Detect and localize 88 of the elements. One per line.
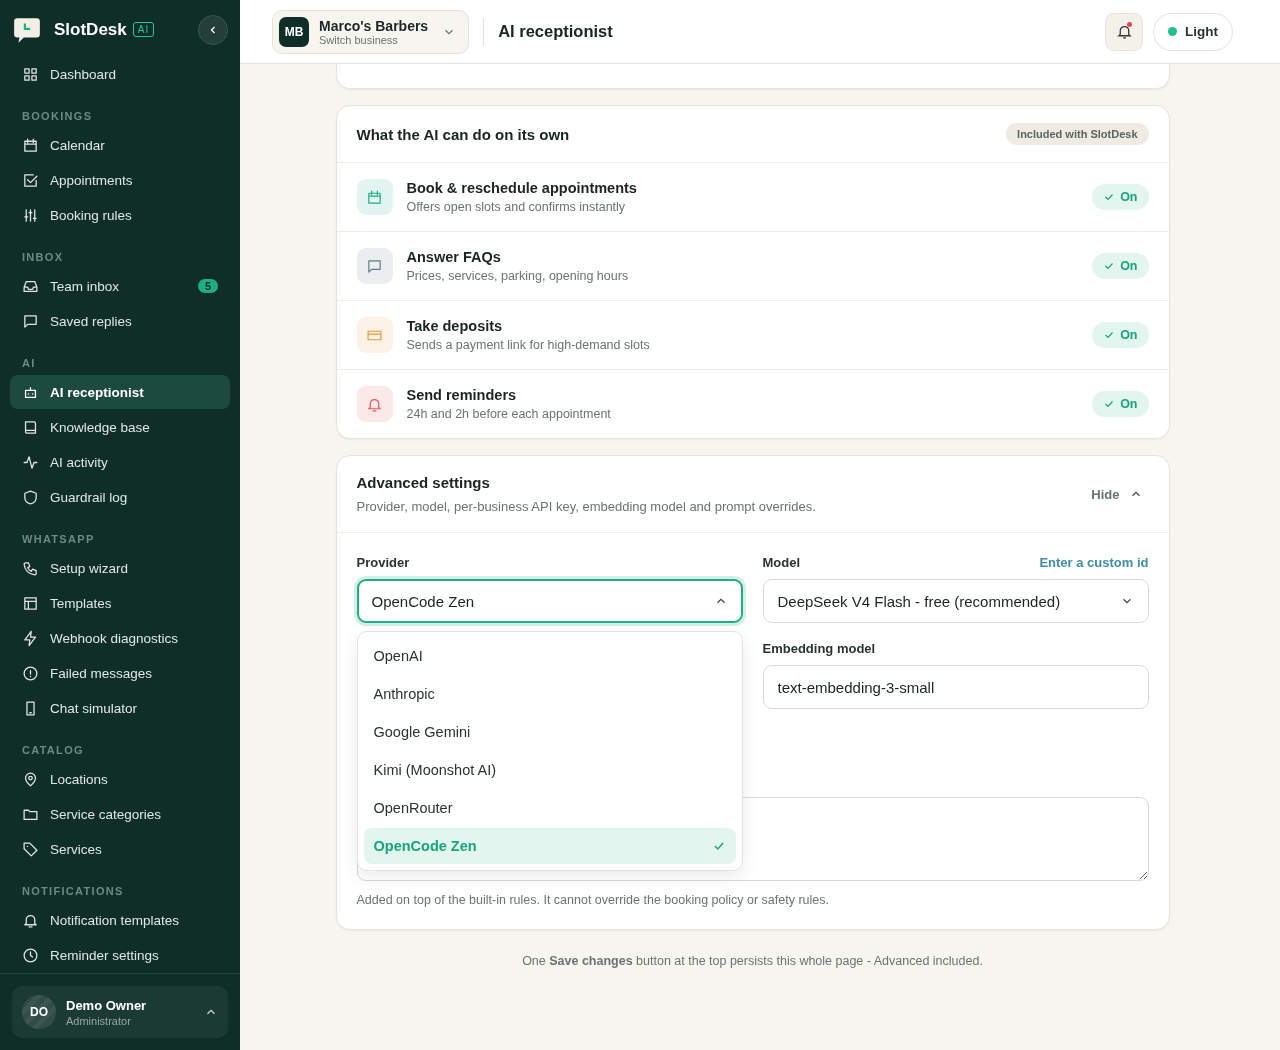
capability-description: 24h and 2h before each appointment	[406, 407, 612, 421]
section-heading: INBOX	[21, 250, 65, 265]
sidebar-item[interactable]: Appointments	[10, 163, 230, 197]
field-label: Provider	[356, 555, 410, 570]
dropdown-option[interactable]: Google Gemini	[363, 714, 736, 750]
business-name: Marco's Barbers	[319, 17, 429, 34]
sidebar-item[interactable]: Dashboard	[10, 57, 230, 91]
sidebar-item[interactable]: Team inbox 5	[10, 269, 230, 303]
sidebar-item[interactable]: Saved replies	[10, 304, 230, 338]
field-hint: Added on top of the built-in rules. It cannot override the booking policy or safety rules.	[356, 893, 830, 907]
user-name: Demo Owner	[66, 997, 148, 1013]
capability-description: Prices, services, parking, opening hours	[406, 269, 630, 283]
checkbox-icon	[22, 171, 39, 189]
unread-count: 5	[197, 279, 218, 293]
sidebar-item[interactable]: Guardrail log	[10, 480, 230, 514]
business-avatar: MB	[279, 16, 309, 47]
embedding-model-input[interactable]: text-embedding-3-small	[762, 665, 1149, 709]
capability-title: Answer FAQs	[406, 249, 502, 265]
brand-name: SlotDesk	[54, 19, 127, 40]
sidebar-item[interactable]: Calendar	[10, 128, 230, 162]
user-role: Administrator	[66, 1014, 132, 1027]
lightning-icon	[22, 629, 39, 647]
grid-icon	[22, 65, 39, 83]
dropdown-option[interactable]: OpenRouter	[363, 790, 736, 826]
business-subtitle: Switch business	[319, 33, 399, 46]
pulse-icon	[22, 453, 39, 471]
capability-description: Sends a payment link for high-demand slots	[406, 338, 651, 352]
sidebar-item[interactable]: Notification templates	[10, 903, 230, 937]
ai-badge: AI	[132, 22, 155, 37]
sidebar-item[interactable]: Locations	[10, 762, 230, 796]
clock-icon	[22, 946, 39, 964]
map-pin-icon	[22, 770, 39, 788]
sidebar-item[interactable]: Setup wizard	[10, 551, 230, 585]
sidebar-item[interactable]: AI activity	[10, 445, 230, 479]
capability-title: Send reminders	[406, 387, 518, 403]
check-icon	[1103, 329, 1116, 341]
section-heading: WHATSAPP	[21, 532, 96, 547]
tag-icon	[22, 840, 39, 858]
sidebar-item[interactable]: Services	[10, 832, 230, 866]
custom-id-link[interactable]: Enter a custom id	[1039, 555, 1149, 570]
sidebar-item[interactable]: Chat simulator	[10, 691, 230, 725]
capability-title: Book & reschedule appointments	[406, 180, 638, 196]
section-heading: BOOKINGS	[21, 109, 94, 124]
section-heading: AI	[21, 356, 37, 371]
calendar-icon	[22, 136, 39, 154]
sidebar-item[interactable]: Reminder settings	[10, 938, 230, 972]
check-icon	[1103, 260, 1116, 272]
card-description: Provider, model, per-business API key, embedding model and prompt overrides.	[356, 499, 817, 514]
book-icon	[22, 418, 39, 436]
footer-note: One Save changes button at the top persists this whole page - Advanced included.	[521, 954, 984, 968]
sidebar-item[interactable]: Knowledge base	[10, 410, 230, 444]
notifications-button[interactable]	[1105, 12, 1143, 51]
page-title: AI receptionist	[498, 22, 613, 41]
sidebar-item[interactable]: Failed messages	[10, 656, 230, 690]
model-select[interactable]: DeepSeek V4 Flash - free (recommended)	[762, 579, 1149, 623]
check-icon	[1103, 191, 1116, 203]
user-menu-button[interactable]: DO Demo Owner Administrator	[12, 986, 228, 1038]
theme-toggle[interactable]: Light	[1153, 12, 1233, 51]
capability-description: Offers open slots and confirms instantly	[406, 200, 627, 214]
sidebar-item[interactable]: AI receptionist	[10, 375, 230, 409]
phone-icon	[22, 559, 39, 577]
included-badge: Included with SlotDesk	[1006, 123, 1149, 145]
capability-title: Take deposits	[406, 318, 504, 334]
shield-icon	[22, 488, 39, 506]
card-title: Advanced settings	[356, 474, 491, 491]
layout-icon	[22, 594, 39, 612]
dropdown-option[interactable]: OpenAI	[363, 638, 736, 674]
alert-icon	[22, 664, 39, 682]
section-heading: NOTIFICATIONS	[21, 884, 125, 899]
field-label: Embedding model	[762, 641, 876, 656]
sidebar-item[interactable]: Templates	[10, 586, 230, 620]
field-label: Model	[762, 555, 801, 570]
sidebar-item[interactable]: Booking rules	[10, 198, 230, 232]
check-icon	[1103, 398, 1116, 410]
collapse-sidebar-button[interactable]	[198, 14, 228, 45]
sliders-icon	[22, 206, 39, 224]
business-switcher[interactable]: MB Marco's Barbers Switch business	[272, 9, 470, 54]
dropdown-option[interactable]: Anthropic	[363, 676, 736, 712]
sidebar-item[interactable]: Service categories	[10, 797, 230, 831]
user-avatar: DO	[22, 995, 56, 1029]
provider-select[interactable]: OpenCode Zen	[356, 579, 743, 623]
section-heading: CATALOG	[21, 743, 85, 758]
sidebar-item[interactable]: Webhook diagnostics	[10, 621, 230, 655]
card-title: What the AI can do on its own	[356, 125, 570, 143]
hide-button[interactable]: Hide	[1085, 485, 1149, 503]
chat-bubble-icon	[22, 312, 39, 330]
bell-icon	[1115, 23, 1133, 40]
dropdown-option[interactable]: Kimi (Moonshot AI)	[363, 752, 736, 788]
